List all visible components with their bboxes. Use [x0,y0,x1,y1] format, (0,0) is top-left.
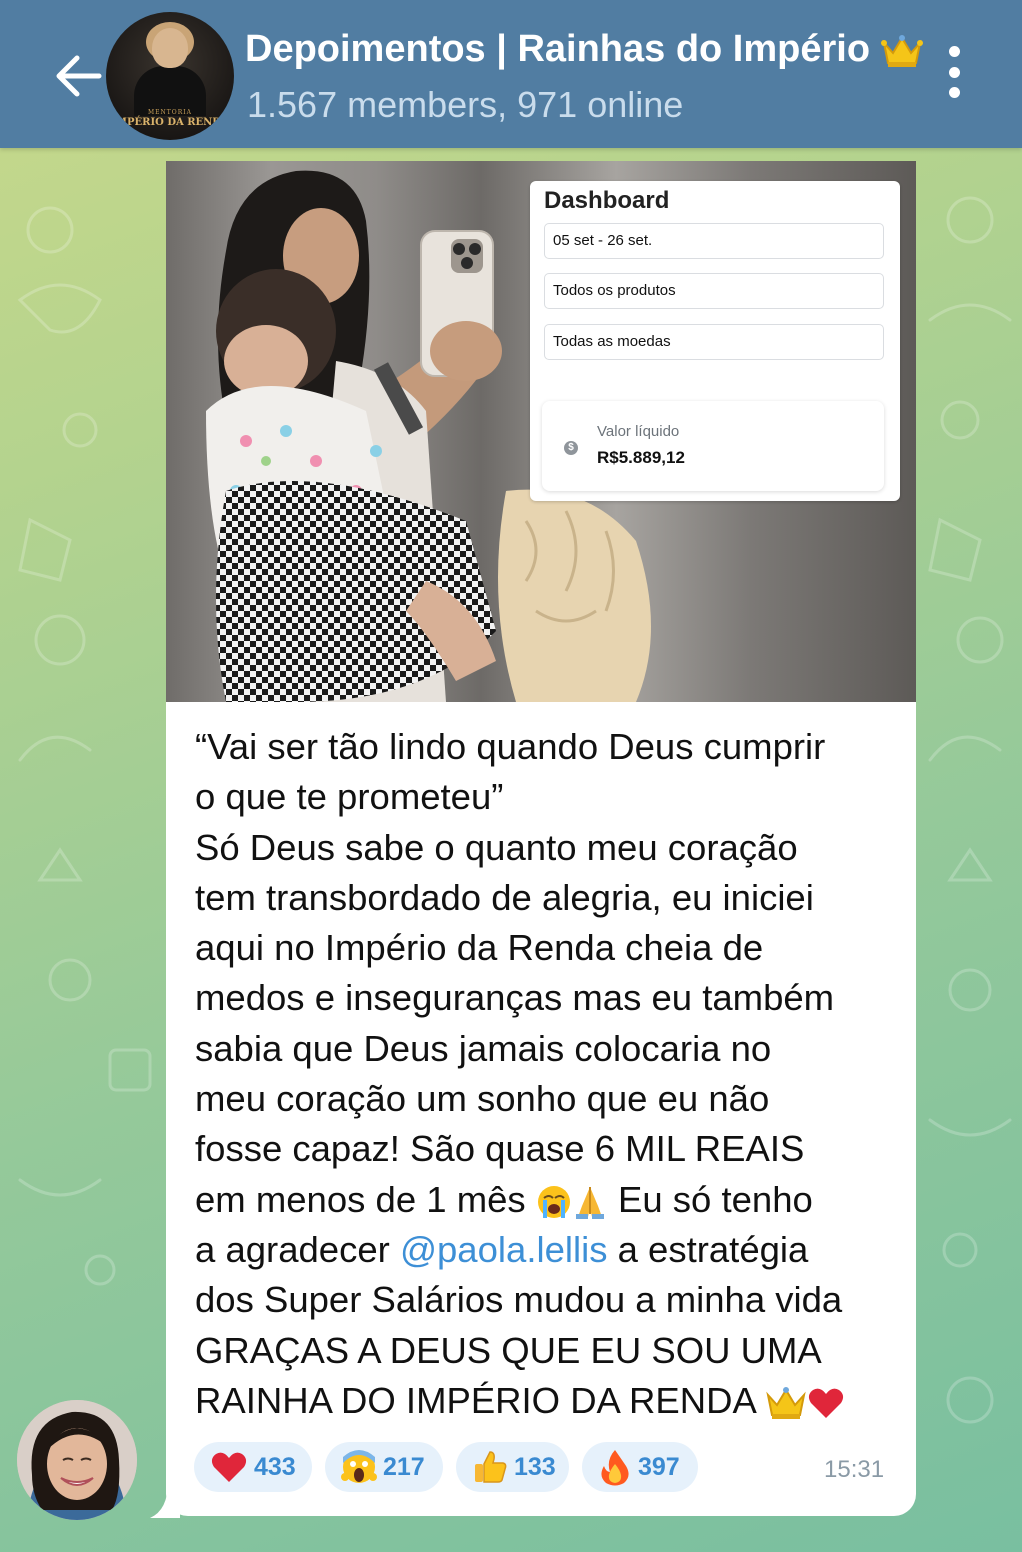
folded-hands-icon [575,1187,604,1220]
text-line: Só Deus sabe o quanto meu coração [195,826,798,868]
text-line: dos Super Salários mudou a minha vida [195,1279,843,1321]
text-line: Eu só tenho [607,1178,813,1220]
net-value-card: $ Valor líquido R$5.889,12 [542,401,884,491]
group-avatar[interactable]: MENTORIA IMPÉRIO DA RENDA [106,12,234,140]
reaction-count: 217 [383,1452,425,1481]
loudly-crying-face-icon [537,1186,570,1219]
more-vertical-icon [948,46,960,98]
text-line: aqui no Império da Renda cheia de [195,927,764,969]
reaction-count: 433 [254,1452,296,1481]
text-line: “Vai ser tão lindo quando Deus cumprir [195,726,826,767]
fire-icon [601,1450,629,1486]
back-button[interactable] [50,48,106,104]
product-filter-field: Todos os produtos [544,273,884,309]
chat-title-text: Depoimentos | Rainhas do Império [245,28,871,70]
avatar-brand-small: MENTORIA [148,109,192,116]
text-line: meu coração um sonho que eu não [195,1078,770,1120]
reaction-heart[interactable]: 433 [194,1442,312,1492]
reaction-count: 397 [638,1452,680,1481]
red-heart-icon [808,1388,844,1419]
coin-icon: $ [564,441,578,455]
currency-filter-field: Todas as moedas [544,324,884,360]
reaction-count: 133 [514,1452,556,1481]
avatar-brand-main: IMPÉRIO DA RENDA [111,117,229,128]
sender-photo [17,1400,137,1520]
dashboard-screenshot: Dashboard 05 set - 26 set. Todos os prod… [530,181,900,501]
reaction-fire[interactable]: 397 [582,1442,698,1492]
chat-status: 1.567 members, 971 online [247,84,684,125]
avatar-figure-head [152,28,188,68]
red-heart-icon [211,1452,247,1482]
text-line: GRAÇAS A DEUS QUE EU SOU UMA [195,1329,822,1371]
reaction-scream[interactable]: 217 [325,1442,443,1492]
chat-title[interactable]: Depoimentos | Rainhas do Império [245,28,923,71]
text-line: sabia que Deus jamais colocaria no [195,1027,772,1069]
net-value-amount: R$5.889,12 [597,448,685,467]
message-text: “Vai ser tão lindo quando Deus cumprir o… [195,722,910,1426]
reaction-thumbsup[interactable]: 133 [456,1442,569,1492]
text-line: fosse capaz! São quase 6 MIL REAIS [195,1128,805,1170]
crown-icon [880,34,923,67]
thumbs-up-icon [475,1451,507,1483]
arrow-left-icon [56,55,102,97]
crown-icon [766,1387,806,1420]
user-mention-link[interactable]: @paola.lellis [400,1229,608,1270]
net-value-label: Valor líquido [597,423,680,440]
text-line: a agradecer [195,1228,400,1270]
text-line: tem transbordado de alegria, eu iniciei [195,876,814,918]
message-time: 15:31 [824,1456,885,1483]
text-line: a estratégia [607,1228,809,1270]
dashboard-title: Dashboard [544,187,670,214]
text-line: em menos de 1 mês [195,1178,526,1220]
sender-avatar[interactable] [17,1400,137,1520]
text-line: RAINHA DO IMPÉRIO DA RENDA [195,1379,755,1421]
more-menu-button[interactable] [936,46,972,106]
face-screaming-icon [341,1450,377,1483]
chat-header: MENTORIA IMPÉRIO DA RENDA Depoimentos | … [0,0,1022,148]
text-line: o que te prometeu” [195,776,504,818]
date-range-field: 05 set - 26 set. [544,223,884,259]
text-line: medos e inseguranças mas eu também [195,977,835,1019]
